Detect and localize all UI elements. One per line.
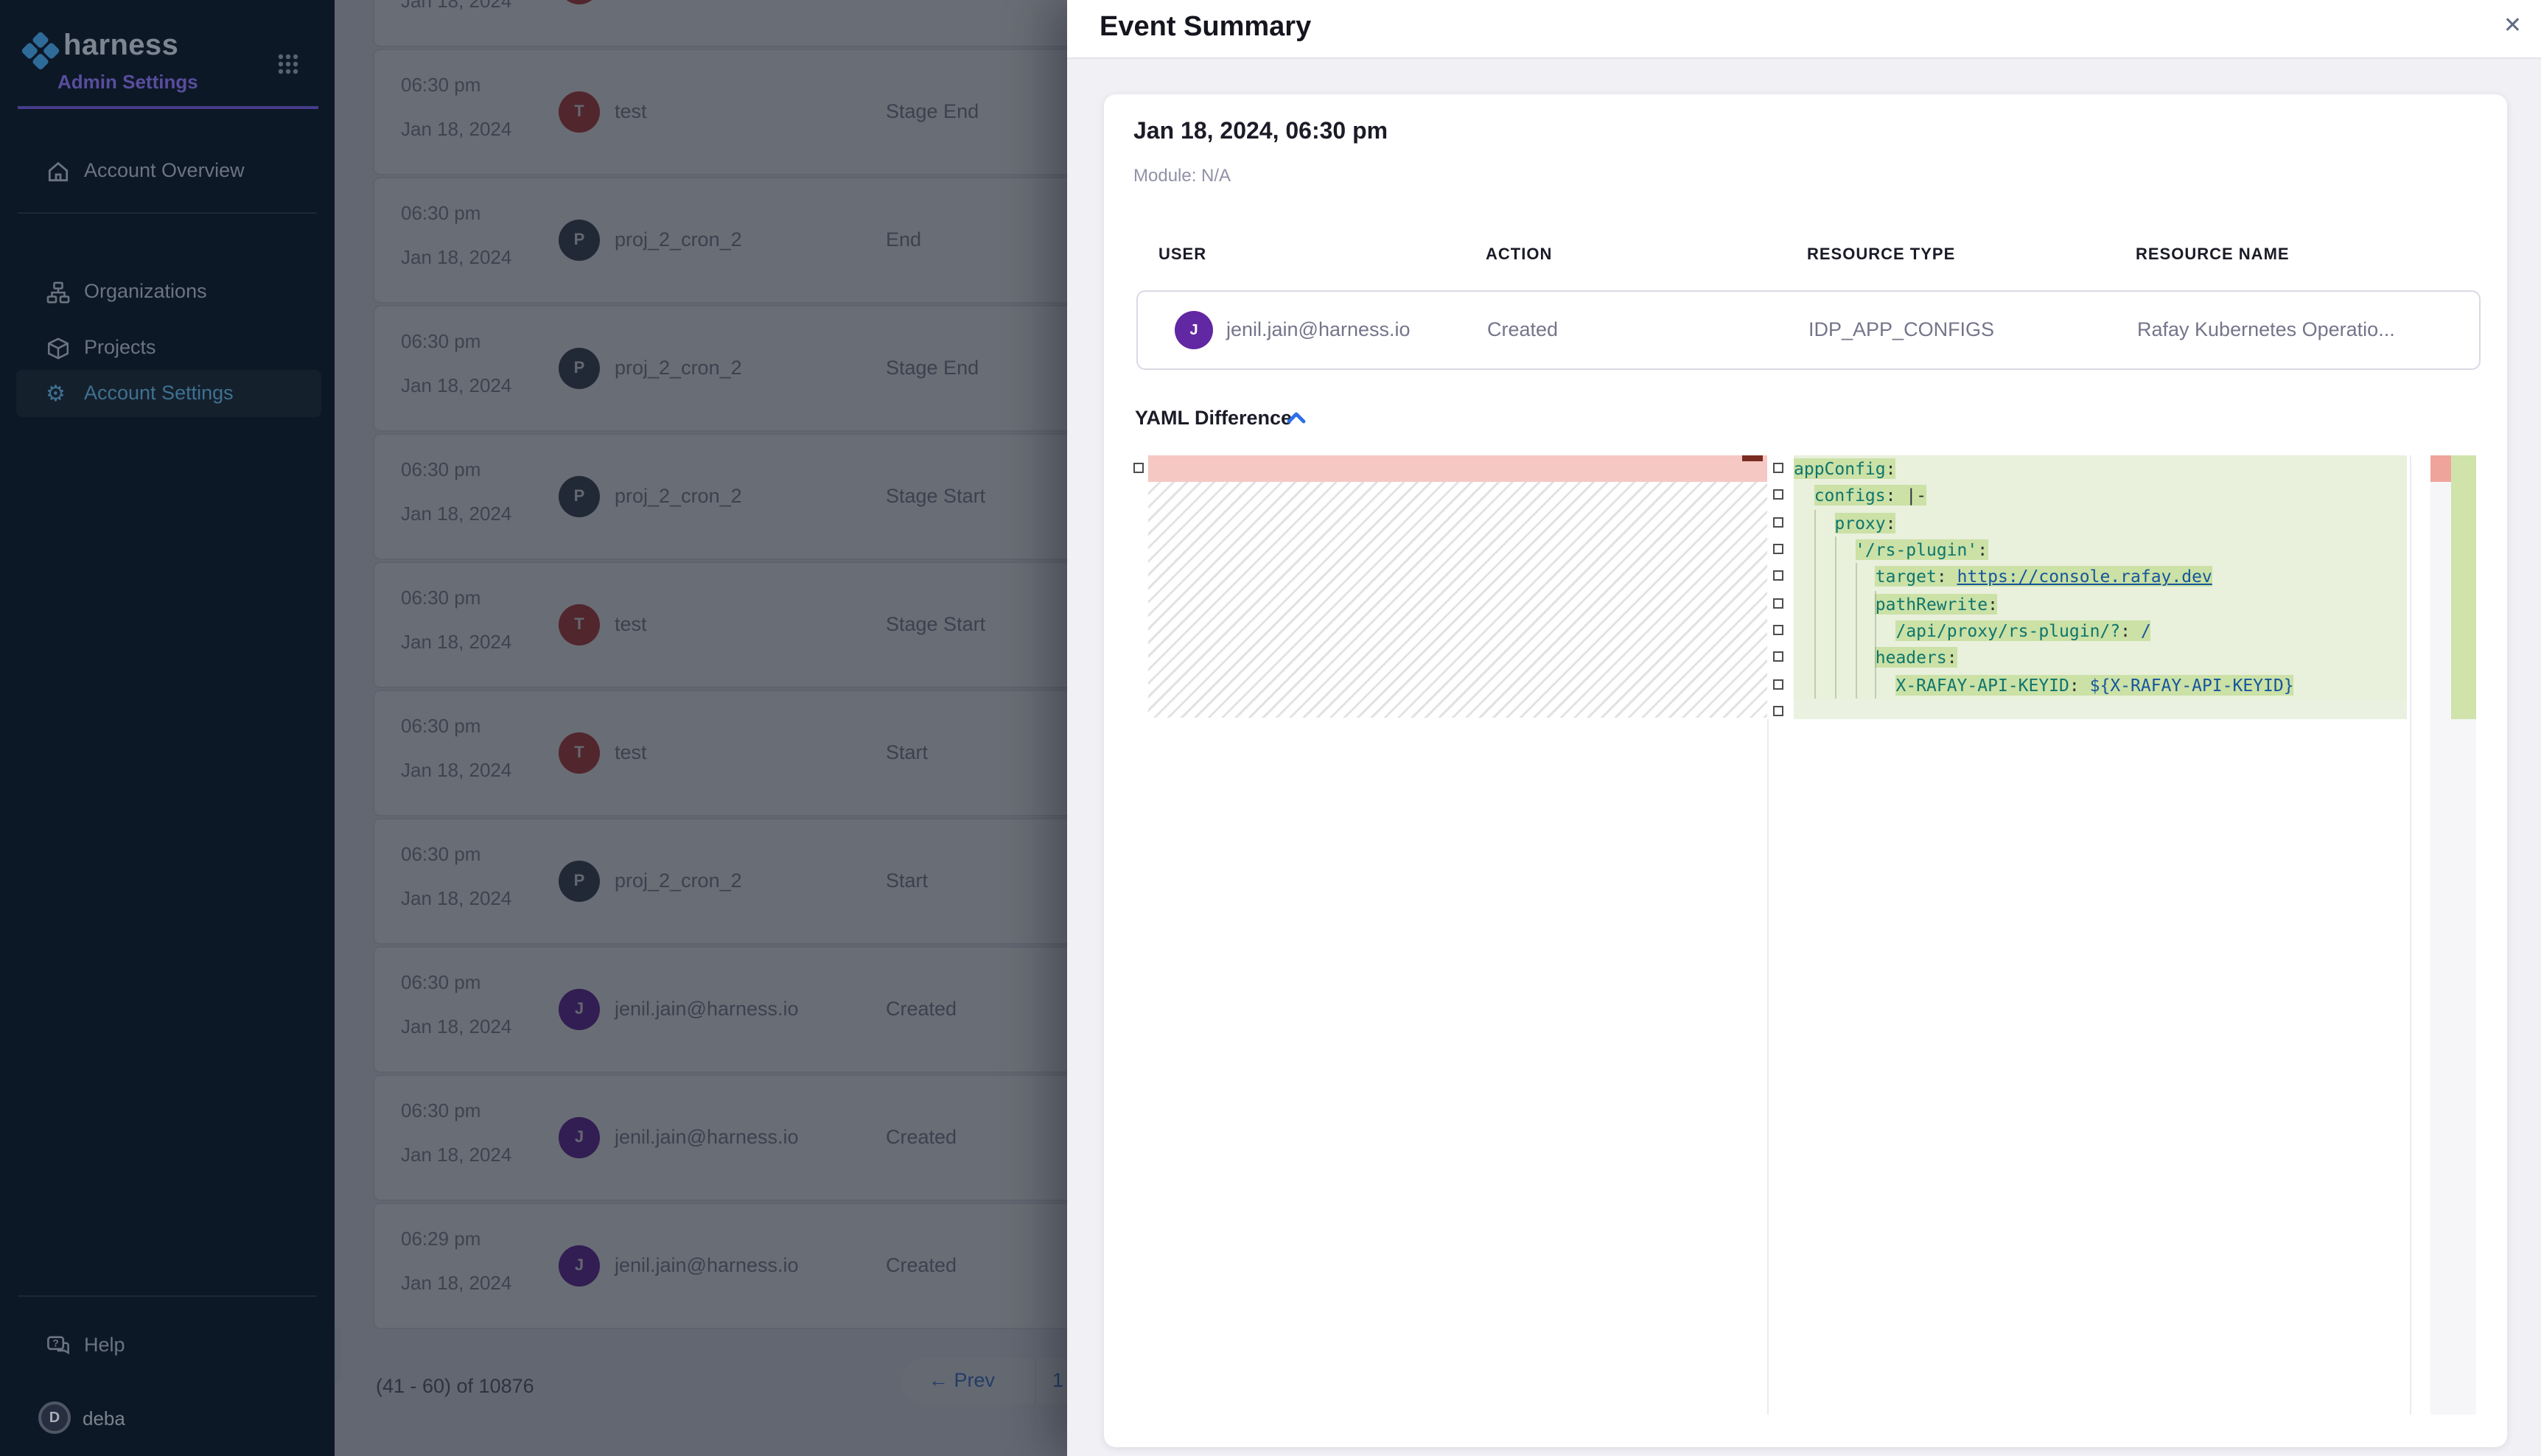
- user-avatar: D: [38, 1401, 71, 1434]
- event-resource-name: Rafay Kubernetes Operatio...: [2137, 318, 2395, 340]
- diff-line-marker: [1773, 463, 1783, 473]
- app-grid-icon[interactable]: [277, 53, 299, 75]
- drawer-header: Event Summary ✕: [1067, 0, 2541, 59]
- yaml-difference-toggle[interactable]: YAML Difference: [1135, 407, 1292, 429]
- subtitle-underline: [18, 106, 318, 109]
- event-action: Created: [1487, 318, 1558, 340]
- event-user: jenil.jain@harness.io: [1226, 318, 1411, 340]
- diff-empty-line: [1794, 699, 2407, 719]
- yaml-diff-editor[interactable]: appConfig:configs: |-proxy:'/rs-plugin':…: [1133, 455, 2476, 1415]
- diff-line-marker: [1773, 625, 1783, 635]
- diff-line-marker: [1773, 544, 1783, 554]
- ruler-added-marker: [2451, 455, 2476, 718]
- sidebar: harness Admin Settings Account Overview: [0, 0, 335, 1456]
- diff-line-marker: [1773, 652, 1783, 662]
- sidebar-item-organizations[interactable]: Organizations: [16, 268, 321, 315]
- diff-code-line: proxy:: [1794, 509, 2407, 536]
- diff-code-line: appConfig:: [1794, 455, 2407, 483]
- indent-guide: [1834, 536, 1836, 699]
- diff-code-line: pathRewrite:: [1794, 591, 2407, 618]
- sidebar-item-label: Account Overview: [84, 159, 245, 181]
- cube-icon: [46, 336, 71, 361]
- diff-removed-notch: [1742, 455, 1763, 461]
- column-header-action: ACTION: [1486, 246, 1552, 264]
- module-subtitle: Admin Settings: [57, 71, 198, 93]
- event-summary-drawer: Event Summary ✕ Jan 18, 2024, 06:30 pm M…: [1067, 0, 2541, 1456]
- organizations-icon: [46, 280, 71, 305]
- event-module: Module: N/A: [1133, 165, 1231, 186]
- app-root: 06:30 pmJan 18, 2024TtestEnd06:30 pmJan …: [0, 0, 2541, 1456]
- indent-guide: [1855, 564, 1856, 699]
- column-header-resource-name: RESOURCE NAME: [2136, 246, 2290, 264]
- diff-line-marker: [1773, 598, 1783, 609]
- diff-code-line: headers:: [1794, 645, 2407, 672]
- diff-line-marker: [1773, 706, 1783, 716]
- sidebar-divider: [18, 1295, 317, 1297]
- diff-line-marker: [1773, 490, 1783, 500]
- sidebar-divider: [18, 212, 317, 214]
- diff-code-line: target: https://console.rafay.dev: [1794, 564, 2407, 591]
- diff-line-marker: [1773, 517, 1783, 527]
- diff-code-line: X-RAFAY-API-KEYID: ${X-RAFAY-API-KEYID}: [1794, 672, 2407, 699]
- diff-code-line: '/rs-plugin':: [1794, 536, 2407, 564]
- sidebar-item-projects[interactable]: Projects: [16, 324, 321, 371]
- indent-guide: [1876, 591, 1877, 699]
- user-profile-chip[interactable]: D deba: [38, 1401, 289, 1437]
- close-icon[interactable]: ✕: [2503, 12, 2522, 38]
- diff-removed-line: [1148, 455, 1767, 482]
- avatar: J: [1175, 311, 1213, 349]
- diff-empty-region: [1148, 482, 1767, 718]
- diff-code-line: configs: |-: [1794, 483, 2407, 510]
- home-icon: [46, 159, 71, 184]
- ruler-removed-marker: [2430, 455, 2451, 482]
- column-header-user: USER: [1158, 246, 1206, 264]
- brand-wordmark: harness: [63, 29, 178, 63]
- event-summary-card: Jan 18, 2024, 06:30 pm Module: N/A USER …: [1104, 94, 2507, 1447]
- harness-logo-icon: [21, 31, 60, 71]
- drawer-title: Event Summary: [1100, 12, 1311, 44]
- sidebar-item-label: Projects: [84, 336, 156, 358]
- gear-icon: ⚙: [46, 382, 71, 407]
- diff-code-line: /api/proxy/rs-plugin/?: /: [1794, 617, 2407, 645]
- column-header-resource-type: RESOURCE TYPE: [1807, 246, 1955, 264]
- help-chat-icon: ?: [46, 1334, 71, 1359]
- diff-content-edge: [2410, 455, 2411, 1415]
- event-timestamp: Jan 18, 2024, 06:30 pm: [1133, 119, 1388, 146]
- chevron-up-icon[interactable]: [1287, 411, 1306, 424]
- event-resource-type: IDP_APP_CONFIGS: [1808, 318, 1994, 340]
- sidebar-item-label: Organizations: [84, 280, 207, 302]
- diff-line-marker: [1773, 679, 1783, 690]
- user-name: deba: [83, 1407, 125, 1429]
- indent-guide: [1814, 509, 1816, 699]
- sidebar-item-help[interactable]: ? Help: [16, 1322, 321, 1369]
- diff-line-marker: [1773, 571, 1783, 581]
- diff-line-marker: [1133, 463, 1144, 473]
- sidebar-item-label: Help: [84, 1334, 125, 1356]
- sidebar-item-account-overview[interactable]: Account Overview: [16, 147, 321, 195]
- event-detail-row: J jenil.jain@harness.io Created IDP_APP_…: [1136, 290, 2481, 370]
- sidebar-item-account-settings[interactable]: ⚙ Account Settings: [16, 370, 321, 417]
- svg-text:?: ?: [52, 1337, 58, 1349]
- diff-added-panel: appConfig:configs: |-proxy:'/rs-plugin':…: [1794, 455, 2407, 719]
- diff-panel-divider: [1767, 718, 1769, 1414]
- sidebar-item-label: Account Settings: [84, 382, 234, 404]
